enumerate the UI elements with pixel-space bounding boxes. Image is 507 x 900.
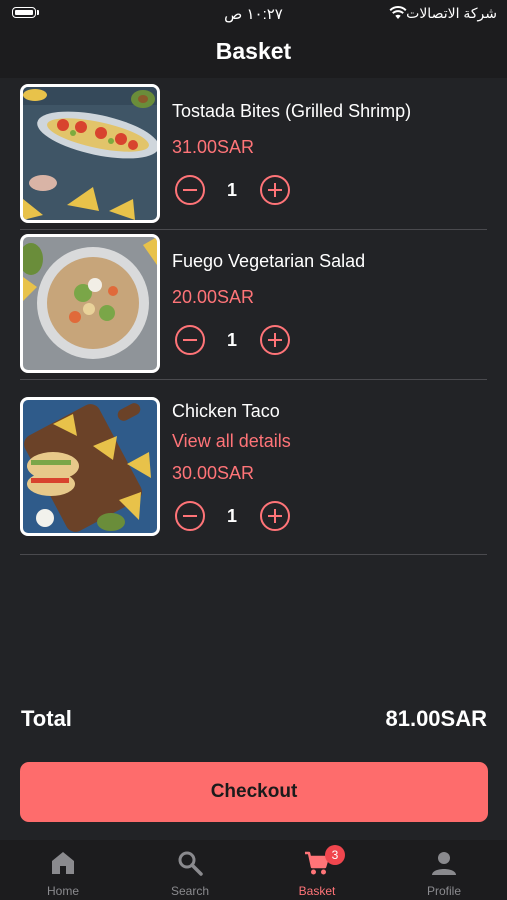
- item-quantity: 1: [226, 330, 237, 350]
- checkout-button[interactable]: Checkout: [20, 762, 488, 822]
- tab-bar: Home Search 3 Basket Profile: [0, 840, 507, 900]
- tab-label: Basket: [298, 884, 336, 898]
- person-icon: [432, 852, 456, 875]
- tab-profile[interactable]: Profile: [381, 840, 507, 900]
- total-label: Total: [21, 706, 72, 731]
- basket-item: Tostada Bites (Grilled Shrimp) 31.00SAR …: [20, 84, 487, 230]
- item-name: Tostada Bites (Grilled Shrimp): [172, 101, 412, 121]
- decrease-quantity-button[interactable]: [175, 501, 205, 531]
- item-price: 20.00SAR: [172, 287, 255, 307]
- search-icon: [178, 851, 203, 876]
- header: Basket: [0, 28, 507, 78]
- item-image-tostada[interactable]: [20, 84, 160, 223]
- cart-count-badge: 3: [325, 845, 345, 865]
- item-quantity: 1: [226, 506, 237, 526]
- increase-quantity-button[interactable]: [260, 501, 290, 531]
- basket-item: Chicken Taco View all details 30.00SAR 1: [20, 384, 487, 555]
- wifi-icon: [389, 6, 407, 19]
- page-title: Basket: [215, 38, 292, 64]
- item-price: 31.00SAR: [172, 137, 255, 157]
- tab-home[interactable]: Home: [0, 840, 126, 900]
- item-quantity: 1: [226, 180, 237, 200]
- tab-label: Profile: [426, 884, 461, 898]
- tab-label: Home: [46, 884, 79, 898]
- increase-quantity-button[interactable]: [260, 325, 290, 355]
- tab-basket[interactable]: 3 Basket: [254, 840, 380, 900]
- tab-label: Search: [170, 884, 210, 898]
- increase-quantity-button[interactable]: [260, 175, 290, 205]
- decrease-quantity-button[interactable]: [175, 325, 205, 355]
- basket-item: Fuego Vegetarian Salad 20.00SAR 1: [20, 234, 487, 380]
- carrier-name: شركة الاتصالات: [406, 5, 497, 21]
- total-value: 81.00SAR: [385, 706, 487, 731]
- status-bar: ١٠:٢٧ ص شركة الاتصالات: [0, 0, 507, 28]
- item-name: Chicken Taco: [172, 401, 280, 421]
- item-image-taco[interactable]: [20, 397, 160, 536]
- item-image-salad[interactable]: [20, 234, 160, 373]
- tab-search[interactable]: Search: [127, 840, 253, 900]
- home-icon: [52, 852, 74, 874]
- view-details-link[interactable]: View all details: [172, 431, 291, 452]
- decrease-quantity-button[interactable]: [175, 175, 205, 205]
- item-name: Fuego Vegetarian Salad: [172, 251, 366, 271]
- item-price: 30.00SAR: [172, 463, 255, 483]
